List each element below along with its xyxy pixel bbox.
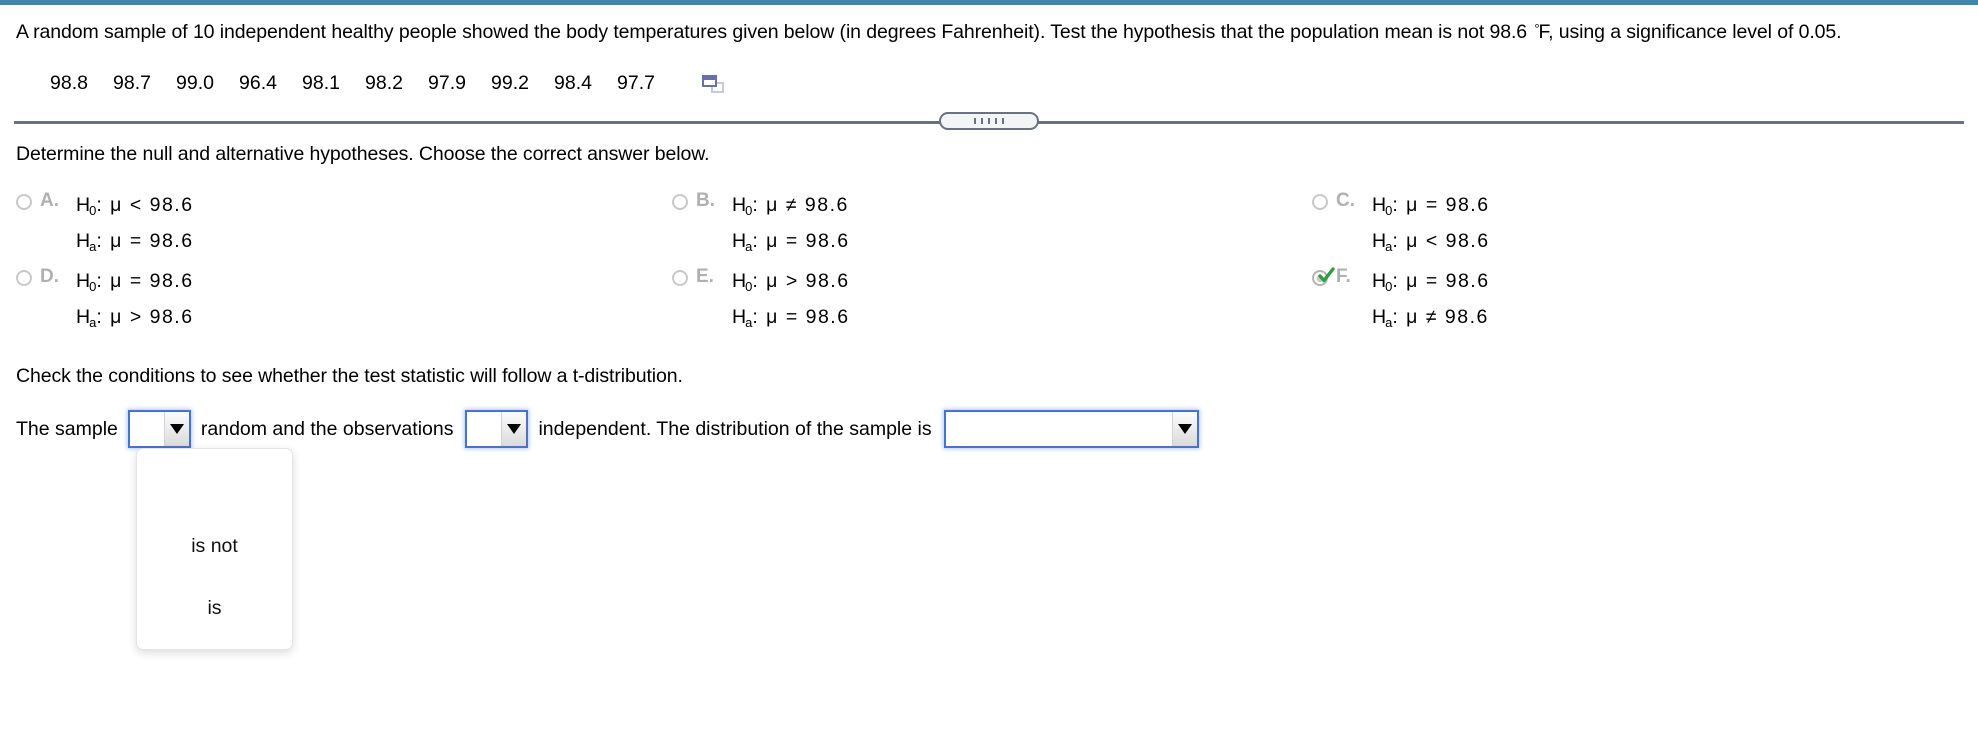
check-icon [1318, 267, 1335, 283]
data-value: 96.4 [239, 72, 277, 94]
null-hypothesis-F: H0: μ = 98.6 [1372, 270, 1490, 294]
radio-option-C[interactable] [1312, 194, 1328, 210]
dropdown-list-random[interactable]: is not is [136, 448, 293, 650]
radio-option-F[interactable] [1312, 267, 1335, 286]
splitter-dot [988, 118, 990, 124]
null-hypothesis-C: H0: μ = 98.6 [1372, 194, 1490, 218]
splitter-handle[interactable] [939, 112, 1039, 130]
option-F[interactable]: F. H0: μ = 98.6 Ha: μ ≠ 98.6 [1312, 266, 1490, 338]
combo-distribution-value[interactable] [945, 412, 1172, 446]
combo-random-value[interactable] [129, 412, 164, 446]
null-hypothesis-B: H0: μ ≠ 98.6 [732, 194, 849, 218]
chevron-down-icon[interactable] [1171, 412, 1197, 446]
radio-option-D[interactable] [16, 270, 32, 286]
option-body-D: H0: μ = 98.6 Ha: μ > 98.6 [76, 266, 194, 338]
splitter-dot [981, 118, 983, 124]
option-letter-B: B. [696, 190, 715, 211]
conditions-text-2: random and the observations [200, 417, 454, 440]
option-A[interactable]: A. H0: μ < 98.6 Ha: μ = 98.6 [16, 190, 194, 262]
data-value: 98.1 [302, 72, 340, 94]
alt-hypothesis-D: Ha: μ > 98.6 [76, 306, 194, 330]
chevron-down-icon[interactable] [501, 412, 527, 446]
question-stem-part2: F, using a significance level of 0.05. [1538, 21, 1842, 43]
data-values-row: 98.8 98.7 99.0 96.4 98.1 98.2 97.9 99.2 … [50, 72, 724, 95]
dropdown-option-blank[interactable] [137, 449, 292, 515]
option-letter-A: A. [40, 190, 59, 211]
alt-hypothesis-A: Ha: μ = 98.6 [76, 230, 194, 254]
copy-icon[interactable] [702, 74, 724, 93]
question-stem-part1: A random sample of 10 independent health… [16, 21, 1533, 43]
option-C[interactable]: C. H0: μ = 98.6 Ha: μ < 98.6 [1312, 190, 1490, 262]
data-value: 98.2 [365, 72, 403, 94]
null-hypothesis-E: H0: μ > 98.6 [732, 270, 850, 294]
option-D[interactable]: D. H0: μ = 98.6 Ha: μ > 98.6 [16, 266, 194, 338]
null-hypothesis-D: H0: μ = 98.6 [76, 270, 194, 294]
combo-distribution[interactable] [943, 410, 1199, 448]
top-accent-bar [0, 0, 1978, 5]
copy-icon-front-rect [702, 74, 717, 87]
option-body-B: H0: μ ≠ 98.6 Ha: μ = 98.6 [732, 190, 850, 262]
combo-random[interactable] [127, 410, 191, 448]
radio-option-B[interactable] [672, 194, 688, 210]
alt-hypothesis-C: Ha: μ < 98.6 [1372, 230, 1490, 254]
option-letter-E: E. [696, 266, 714, 287]
combo-independent-value[interactable] [467, 412, 502, 446]
option-B[interactable]: B. H0: μ ≠ 98.6 Ha: μ = 98.6 [672, 190, 850, 262]
dropdown-option-is-not[interactable]: is not [137, 515, 292, 577]
data-value: 99.0 [176, 72, 214, 94]
conditions-text-3: independent. The distribution of the sam… [538, 417, 932, 440]
option-body-A: H0: μ < 98.6 Ha: μ = 98.6 [76, 190, 194, 262]
alt-hypothesis-B: Ha: μ = 98.6 [732, 230, 850, 254]
option-letter-D: D. [40, 266, 59, 287]
data-value: 98.7 [113, 72, 151, 94]
data-value: 99.2 [491, 72, 529, 94]
data-value: 98.4 [554, 72, 592, 94]
data-value: 97.7 [617, 72, 655, 94]
data-value: 98.8 [50, 72, 88, 94]
conditions-prompt: Check the conditions to see whether the … [16, 365, 683, 387]
question-stem: A random sample of 10 independent health… [16, 16, 1962, 45]
alt-hypothesis-E: Ha: μ = 98.6 [732, 306, 850, 330]
radio-option-A[interactable] [16, 194, 32, 210]
option-letter-C: C. [1336, 190, 1355, 211]
option-E[interactable]: E. H0: μ > 98.6 Ha: μ = 98.6 [672, 266, 850, 338]
option-letter-F: F. [1336, 266, 1351, 287]
conditions-sentence: The sample random and the observations i… [16, 410, 1199, 448]
splitter-dot [1002, 118, 1004, 124]
option-body-E: H0: μ > 98.6 Ha: μ = 98.6 [732, 266, 850, 338]
hypotheses-prompt: Determine the null and alternative hypot… [16, 143, 710, 165]
option-body-F: H0: μ = 98.6 Ha: μ ≠ 98.6 [1372, 266, 1490, 338]
panel-splitter[interactable] [14, 112, 1964, 130]
dropdown-option-is[interactable]: is [137, 577, 292, 639]
radio-option-E[interactable] [672, 270, 688, 286]
null-hypothesis-A: H0: μ < 98.6 [76, 194, 194, 218]
conditions-text-1: The sample [16, 417, 118, 440]
option-body-C: H0: μ = 98.6 Ha: μ < 98.6 [1372, 190, 1490, 262]
splitter-dot [995, 118, 997, 124]
chevron-down-icon[interactable] [163, 412, 189, 446]
splitter-dot [974, 118, 976, 124]
alt-hypothesis-F: Ha: μ ≠ 98.6 [1372, 306, 1489, 330]
combo-independent[interactable] [465, 410, 529, 448]
data-value: 97.9 [428, 72, 466, 94]
